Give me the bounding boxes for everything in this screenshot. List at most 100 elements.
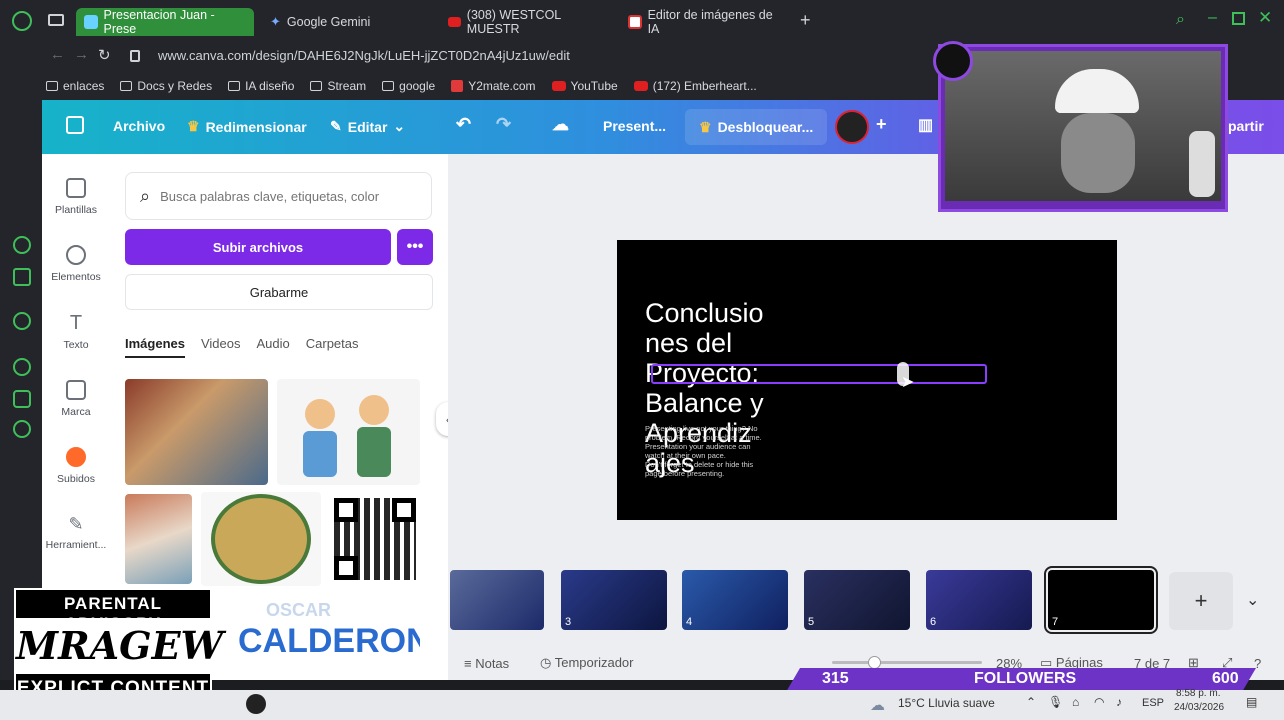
tray-chevron-icon[interactable]: ⌃ (1026, 695, 1036, 709)
nav-texto[interactable]: T Texto (42, 312, 110, 351)
clock-date[interactable]: 24/03/2026 (1174, 702, 1224, 713)
more-options-button[interactable]: ••• (397, 229, 433, 265)
ai-icon[interactable] (13, 268, 31, 286)
menu-label: Desbloquear... (717, 119, 814, 135)
upload-files-button[interactable]: Subir archivos (125, 229, 391, 265)
tab-canva[interactable]: Presentacion Juan - Prese (76, 8, 254, 36)
bookmark-enlaces[interactable]: enlaces (46, 79, 104, 93)
sync-icon[interactable] (13, 236, 31, 254)
uploaded-image-school-seal[interactable] (201, 492, 321, 586)
bookmark-emberheart[interactable]: (172) Emberheart... (633, 79, 757, 93)
url-field[interactable]: www.canva.com/design/DAHE6J2NgJk/LuEH-jj… (158, 48, 570, 63)
wifi-icon[interactable]: ◠ (1094, 695, 1104, 709)
nav-marca[interactable]: Marca (42, 380, 110, 418)
page-thumb-5[interactable]: 5 (804, 570, 910, 630)
settings-icon[interactable] (13, 420, 31, 438)
reload-icon[interactable]: ↻ (98, 46, 111, 64)
nav-subidos[interactable]: Subidos (42, 447, 110, 485)
close-icon[interactable]: ✕ (1258, 8, 1272, 28)
uploaded-image-qr-code[interactable] (330, 494, 420, 584)
uploaded-image-kids-cartoon[interactable] (277, 379, 420, 485)
microphone-icon[interactable]: 🎙 (1048, 695, 1063, 709)
bookmark-google[interactable]: google (382, 79, 435, 93)
tab-youtube[interactable]: (308) WESTCOL MUESTR (440, 8, 612, 36)
selection-box[interactable] (651, 362, 987, 386)
page-thumb-7-selected[interactable]: 7 (1044, 566, 1158, 634)
avatar[interactable] (835, 110, 869, 144)
forward-icon[interactable]: → (74, 46, 89, 63)
share-button[interactable]: partir (1228, 118, 1264, 134)
nav-elementos[interactable]: Elementos (42, 245, 110, 283)
tab-menu-icon[interactable] (48, 14, 64, 26)
page-thumb-3[interactable]: 3 (561, 570, 667, 630)
tab-videos[interactable]: Videos (201, 336, 241, 358)
notes-button[interactable]: ≡ Notas (464, 656, 509, 671)
slide-body-text[interactable]: Presenting live not your thing? No probl… (645, 424, 775, 478)
bookmark-ia[interactable]: IA diseño (228, 79, 294, 93)
search-icon[interactable]: ⌕ (1176, 11, 1185, 29)
tab-gemini[interactable]: ✦ Google Gemini (262, 8, 432, 36)
archivo-menu[interactable]: Archivo (113, 118, 165, 134)
tab-label: Presentacion Juan - Prese (103, 8, 215, 36)
plus-icon: + (1194, 588, 1208, 613)
back-icon[interactable]: ← (50, 46, 65, 63)
bookmark-docs[interactable]: Docs y Redes (120, 79, 212, 93)
bookmark-youtube[interactable]: YouTube (551, 79, 618, 93)
bookmark-label: Stream (327, 79, 367, 93)
app-icon[interactable] (246, 694, 266, 714)
nav-plantillas[interactable]: Plantillas (42, 178, 110, 216)
tab-imagenes[interactable]: Imágenes (125, 336, 185, 358)
zoom-slider[interactable] (832, 656, 982, 669)
redo-icon[interactable]: ↷ (496, 114, 511, 135)
home-icon[interactable] (66, 116, 84, 134)
network-icon[interactable]: ⌂ (1072, 695, 1079, 709)
slide-7[interactable]: Conclusio nes del Proyecto: Balance y Ap… (617, 240, 1117, 520)
tab-label: Editor de imágenes de IA (647, 8, 773, 36)
new-tab-icon[interactable]: + (800, 10, 811, 31)
elements-icon (66, 245, 86, 265)
tab-label: (308) WESTCOL MUESTR (466, 8, 561, 36)
maximize-icon[interactable] (1232, 12, 1245, 25)
record-yourself-button[interactable]: Grabarme (125, 274, 433, 310)
extensions-icon[interactable] (13, 390, 31, 408)
minimize-icon[interactable]: – (1208, 9, 1217, 27)
notifications-icon[interactable]: ▤ (1246, 695, 1257, 709)
folder-icon (310, 81, 323, 91)
page-thumb-2[interactable] (450, 570, 544, 630)
clock-time[interactable]: 8:58 p. m. (1176, 688, 1220, 699)
bookmark-stream[interactable]: Stream (310, 79, 366, 93)
redimensionar-button[interactable]: ♛ Redimensionar (187, 118, 307, 135)
uploaded-image-students[interactable] (125, 494, 192, 584)
bookmark-label: YouTube (570, 79, 618, 93)
presentar-button[interactable]: Present... (603, 118, 666, 134)
uploaded-image-calderon-logo[interactable]: OSCAR CALDERON (210, 594, 420, 680)
zoom-slider-thumb[interactable] (868, 656, 881, 669)
volume-icon[interactable]: ♪ (1116, 695, 1122, 709)
opera-logo-icon[interactable] (12, 11, 32, 31)
undo-icon[interactable]: ↶ (456, 114, 471, 135)
search-input[interactable] (160, 188, 421, 204)
desbloquear-button[interactable]: ♛ Desbloquear... (685, 109, 828, 145)
followers-label: FOLLOWERS (974, 670, 1077, 687)
add-collaborator-icon[interactable]: + (876, 114, 887, 135)
bookmark-y2mate[interactable]: Y2mate.com (451, 79, 536, 93)
tab-audio[interactable]: Audio (257, 336, 290, 358)
gemini-star-icon: ✦ (270, 14, 281, 29)
language-indicator[interactable]: ESP (1142, 697, 1164, 709)
editar-menu[interactable]: ✎ Editar ⌄ (330, 118, 405, 135)
nav-herramientas[interactable]: ✎ Herramient... (42, 514, 110, 551)
chevron-down-icon[interactable]: ⌄ (1246, 590, 1259, 610)
cloud-sync-icon[interactable]: ☁ (552, 115, 569, 135)
whatsapp-icon[interactable] (13, 312, 31, 330)
history-icon[interactable] (13, 358, 31, 376)
analytics-icon[interactable]: ▥ (918, 115, 933, 135)
weather-text[interactable]: 15°C Lluvia suave (898, 696, 995, 710)
search-box[interactable]: ⌕ (125, 172, 432, 220)
tab-image-editor[interactable]: Editor de imágenes de IA (620, 8, 790, 36)
uploaded-image-classroom[interactable] (125, 379, 268, 485)
add-page-button[interactable]: + (1169, 572, 1233, 630)
timer-button[interactable]: ◷ Temporizador (540, 655, 634, 671)
tab-carpetas[interactable]: Carpetas (306, 336, 359, 358)
page-thumb-6[interactable]: 6 (926, 570, 1032, 630)
page-thumb-4[interactable]: 4 (682, 570, 788, 630)
